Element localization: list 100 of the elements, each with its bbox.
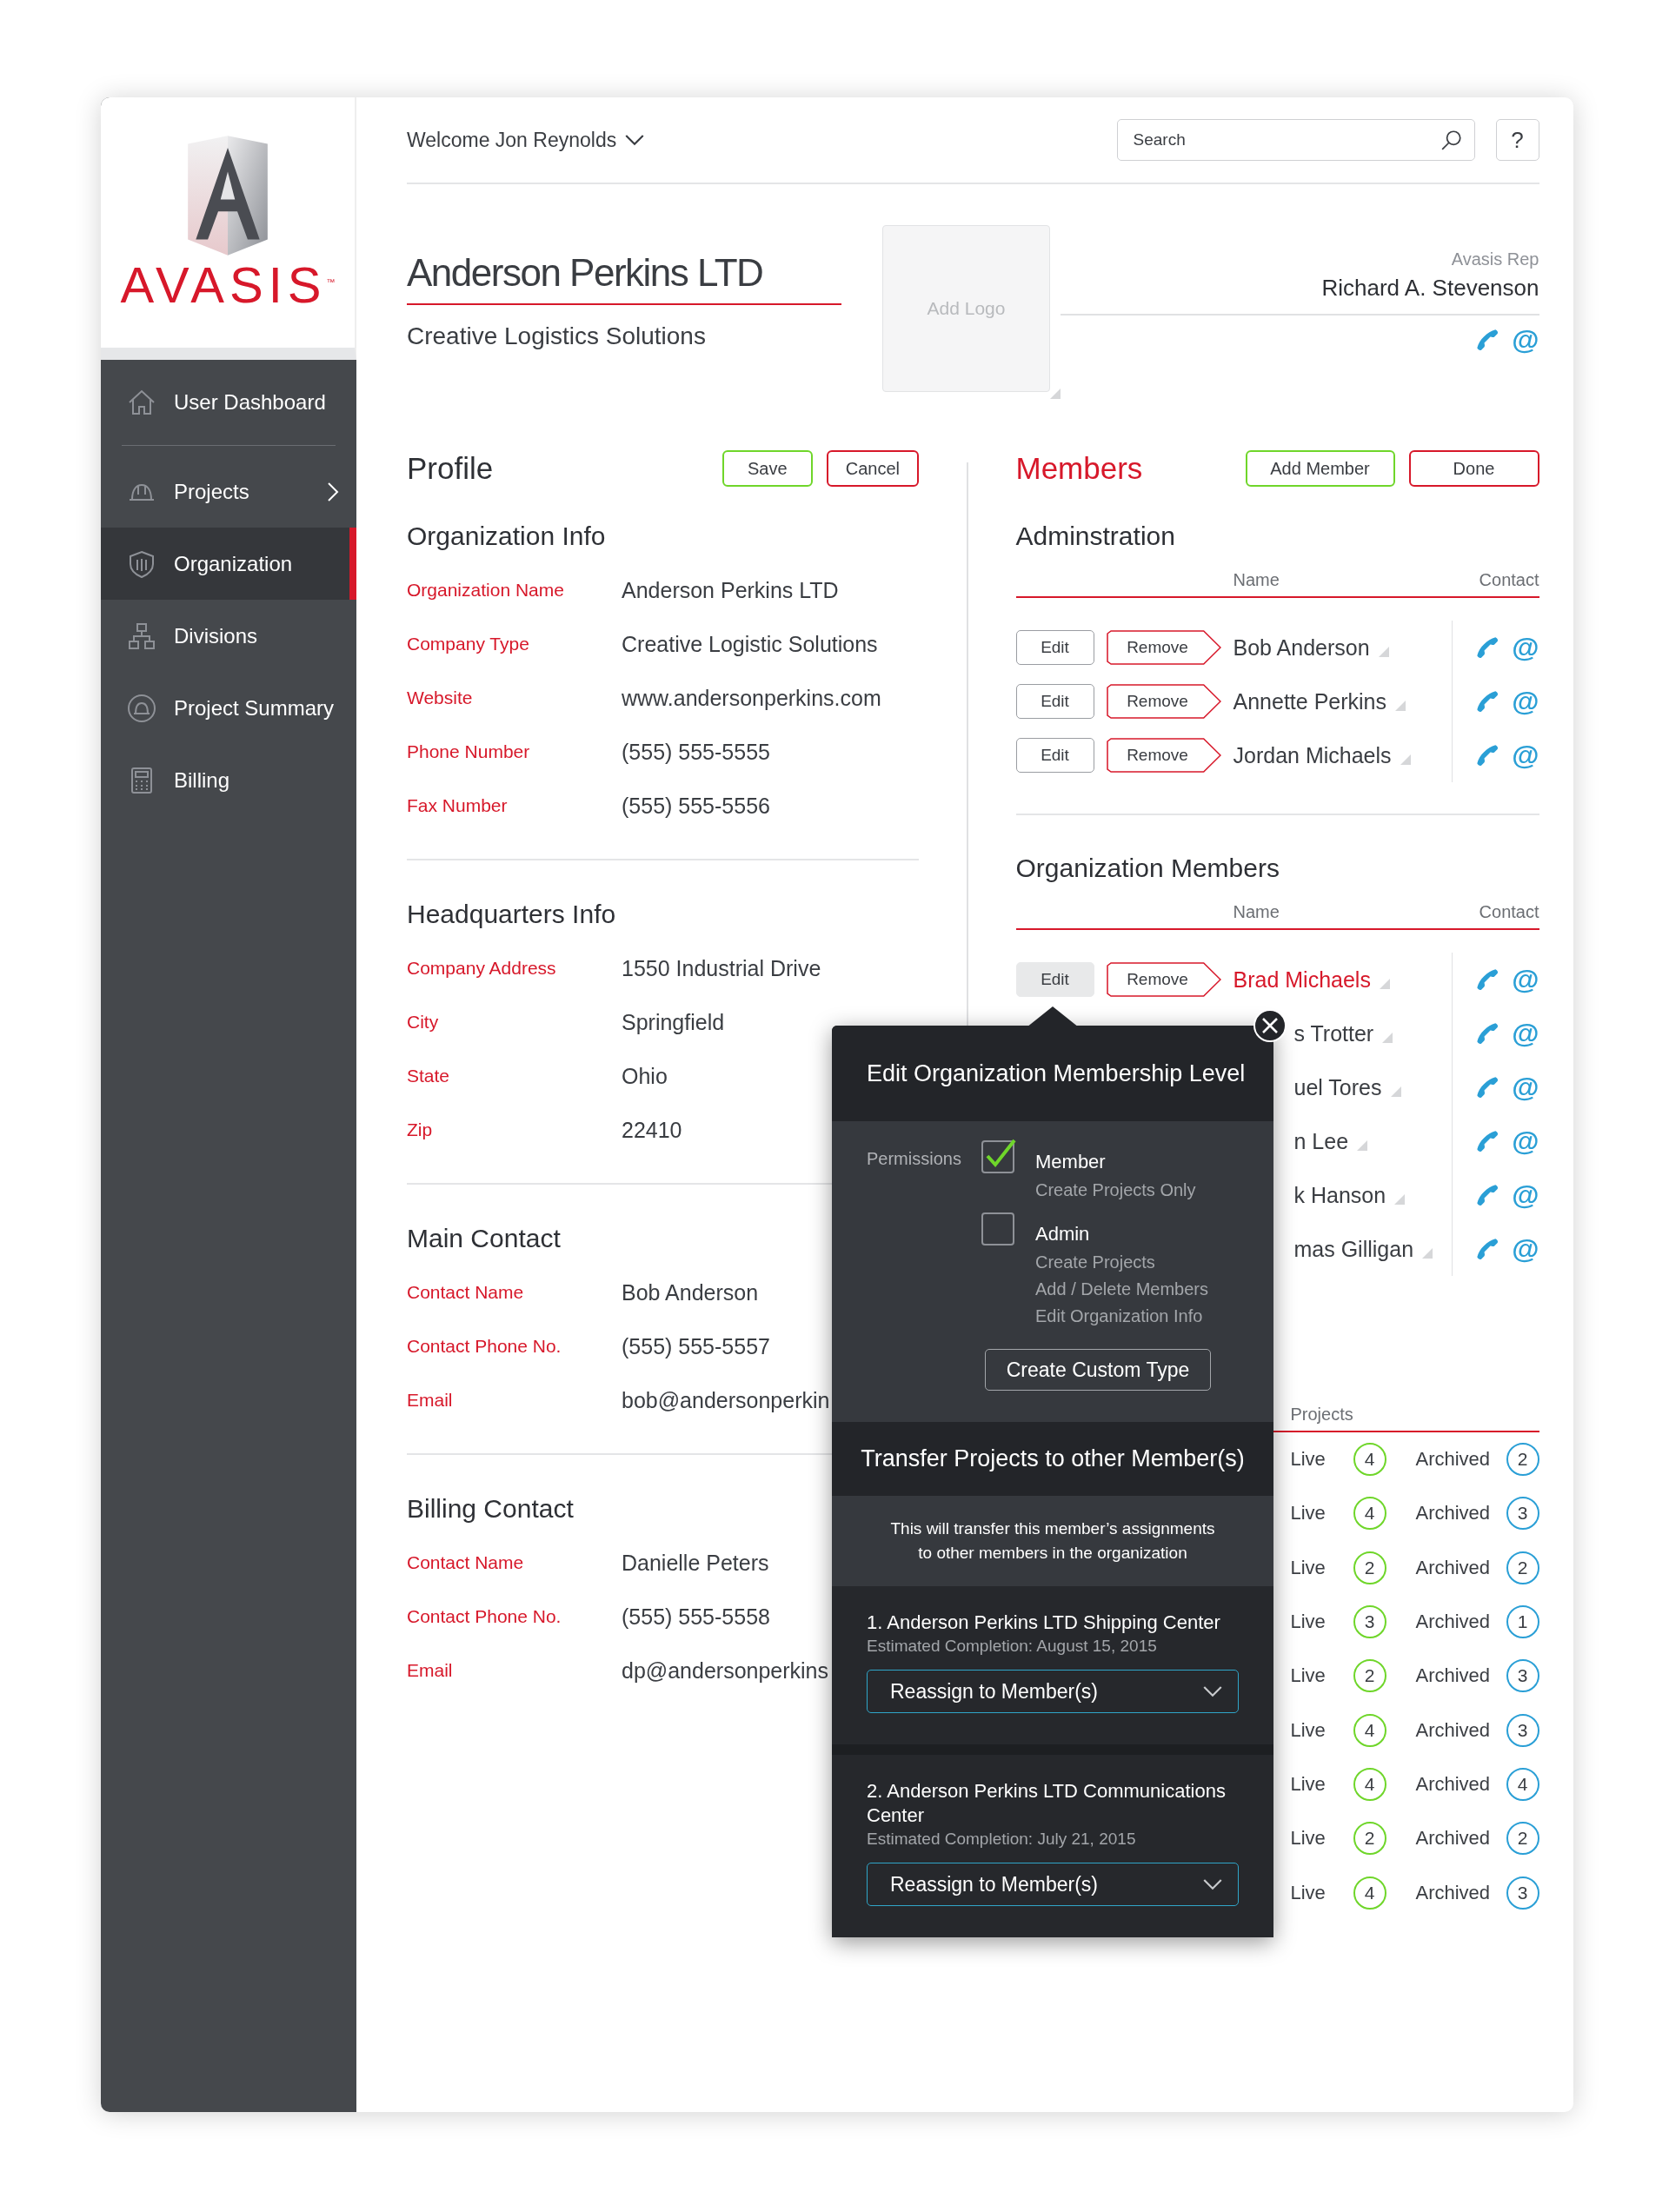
archived-label: Archived xyxy=(1415,1664,1492,1688)
user-menu[interactable]: Welcome Jon Reynolds xyxy=(407,128,645,152)
add-member-button[interactable]: Add Member xyxy=(1245,450,1395,487)
chevron-right-icon xyxy=(327,481,339,502)
option-label: Admin xyxy=(1035,1223,1091,1245)
live-count: 4 xyxy=(1353,1876,1386,1910)
edit-button[interactable]: Edit xyxy=(1015,630,1094,665)
archived-count: 2 xyxy=(1506,1822,1539,1856)
resize-handle-icon xyxy=(1394,1194,1406,1205)
phone-icon[interactable] xyxy=(1475,1075,1500,1099)
permissions-label: Permissions xyxy=(867,1148,962,1170)
transfer-note: to other members in the organization xyxy=(917,1543,1188,1564)
field-value: (555) 555-5555 xyxy=(622,739,770,765)
live-count: 2 xyxy=(1353,1822,1386,1856)
field-label: Contact Phone No. xyxy=(407,1336,562,1357)
search-field[interactable]: Search xyxy=(1116,119,1475,161)
remove-button[interactable]: Remove xyxy=(1106,684,1221,719)
help-button[interactable]: ? xyxy=(1495,119,1539,161)
sidebar-item[interactable]: Projects xyxy=(101,455,356,528)
archived-label: Archived xyxy=(1415,1448,1492,1471)
phone-icon[interactable] xyxy=(1475,967,1500,992)
field-value: dp@andersonperkins xyxy=(622,1657,829,1684)
field-label: Phone Number xyxy=(407,741,531,762)
close-icon[interactable] xyxy=(1253,1008,1287,1043)
column-header: Name xyxy=(1233,569,1280,590)
transfer-note: This will transfer this member’s assignments xyxy=(889,1518,1216,1539)
archived-count: 3 xyxy=(1506,1497,1539,1531)
sidebar-item[interactable]: Divisions xyxy=(101,600,356,672)
live-label: Live xyxy=(1290,1556,1327,1579)
phone-icon[interactable] xyxy=(1475,1129,1500,1153)
remove-button[interactable]: Remove xyxy=(1106,630,1221,665)
member-name: mas Gilligan xyxy=(1293,1236,1414,1262)
checkbox[interactable] xyxy=(981,1211,1016,1245)
field-value: (555) 555-5557 xyxy=(622,1333,770,1359)
member-name: Jordan Michaels xyxy=(1233,742,1392,768)
phone-icon[interactable] xyxy=(1475,1183,1500,1207)
member-name: Bob Anderson xyxy=(1233,634,1370,661)
archived-label: Archived xyxy=(1415,1827,1492,1850)
members-title: Members xyxy=(1015,451,1143,486)
reassign-dropdown[interactable]: Reassign to Member(s) xyxy=(867,1863,1239,1906)
field-label: State xyxy=(407,1066,451,1086)
field-label: Contact Name xyxy=(407,1552,525,1573)
sidebar-item[interactable]: Project Summary xyxy=(101,672,356,744)
cancel-button[interactable]: Cancel xyxy=(826,450,919,487)
field-value: Anderson Perkins LTD xyxy=(622,577,839,603)
phone-icon[interactable] xyxy=(1475,743,1500,767)
section-title: Organization Members xyxy=(1015,853,1280,884)
reassign-dropdown[interactable]: Reassign to Member(s) xyxy=(867,1670,1239,1713)
sidebar-item[interactable]: User Dashboard xyxy=(101,360,356,445)
live-label: Live xyxy=(1290,1718,1327,1742)
resize-handle-icon xyxy=(1400,754,1411,765)
field-label: Website xyxy=(407,688,474,708)
phone-icon[interactable] xyxy=(1475,689,1500,714)
field-label: Zip xyxy=(407,1119,434,1140)
chevron-down-icon xyxy=(1203,1878,1222,1890)
create-custom-type-button[interactable]: Create Custom Type xyxy=(985,1349,1211,1391)
field-value: 22410 xyxy=(622,1117,682,1143)
edit-button[interactable]: Edit xyxy=(1015,684,1094,719)
project-completion: Estimated Completion: July 21, 2015 xyxy=(867,1830,1137,1849)
archived-label: Archived xyxy=(1415,1772,1492,1796)
field-value: www.andersonperkins.com xyxy=(622,685,881,711)
popup-pointer xyxy=(1027,1006,1079,1027)
done-button[interactable]: Done xyxy=(1408,450,1539,487)
section-title: Adminstration xyxy=(1015,521,1175,552)
resize-handle-icon xyxy=(1395,701,1406,711)
remove-button[interactable]: Remove xyxy=(1106,738,1221,773)
archived-label: Archived xyxy=(1415,1881,1492,1904)
field-value: 1550 Industrial Drive xyxy=(622,955,821,981)
company-tagline: Creative Logistics Solutions xyxy=(407,322,707,350)
edit-button[interactable]: Edit xyxy=(1015,738,1094,773)
option-detail: Add / Delete Members xyxy=(1035,1279,1208,1299)
checkbox[interactable] xyxy=(981,1139,1016,1173)
field-value: Creative Logistic Solutions xyxy=(622,631,878,657)
option-label: Member xyxy=(1035,1151,1107,1173)
sidebar-item[interactable]: Organization xyxy=(101,528,356,600)
phone-icon[interactable] xyxy=(1475,1021,1500,1046)
archived-label: Archived xyxy=(1415,1502,1492,1525)
section-title: Main Contact xyxy=(407,1223,561,1254)
option-detail: Create Projects Only xyxy=(1035,1180,1196,1200)
live-label: Live xyxy=(1290,1611,1327,1634)
field-label: Email xyxy=(407,1390,454,1411)
shield-icon xyxy=(127,548,156,579)
column-header: Contact xyxy=(1479,901,1539,922)
field-label: Contact Phone No. xyxy=(407,1606,562,1627)
field-label: Email xyxy=(407,1660,454,1681)
phone-icon[interactable] xyxy=(1475,1237,1500,1261)
resize-handle-icon xyxy=(1390,1086,1401,1097)
field-value: Springfield xyxy=(622,1009,725,1035)
phone-icon[interactable] xyxy=(1475,635,1500,660)
live-count: 4 xyxy=(1353,1767,1386,1801)
org-chart-icon xyxy=(127,621,156,651)
archived-label: Archived xyxy=(1415,1611,1492,1634)
edit-button[interactable]: Edit xyxy=(1015,962,1094,997)
member-name: uel Tores xyxy=(1293,1074,1382,1100)
save-button[interactable]: Save xyxy=(721,450,813,487)
resize-handle-icon xyxy=(1379,979,1390,989)
remove-button[interactable]: Remove xyxy=(1106,962,1221,997)
phone-icon[interactable] xyxy=(1475,328,1500,352)
sidebar-item[interactable]: Billing xyxy=(101,744,356,816)
search-icon xyxy=(1440,129,1463,151)
